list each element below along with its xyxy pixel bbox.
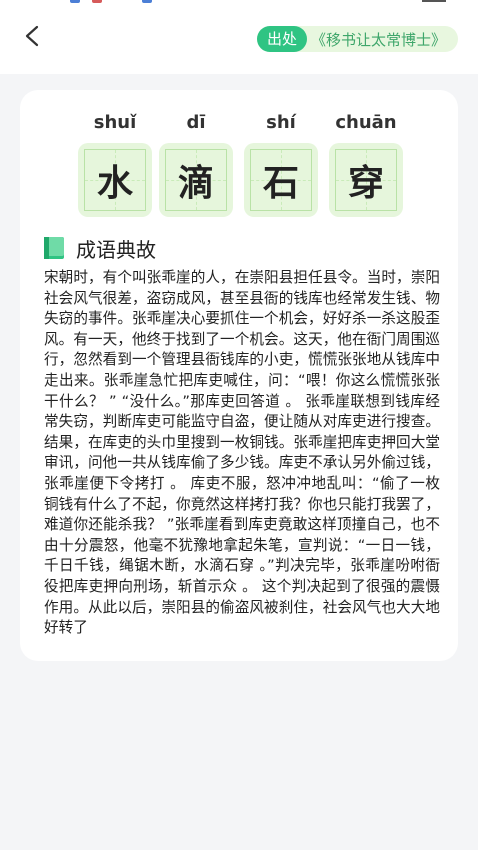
back-button[interactable] — [16, 20, 48, 52]
section-header: 成语典故 — [44, 236, 156, 262]
pinyin-label: dī — [186, 112, 206, 133]
char-box: 水 — [78, 143, 152, 217]
hanzi-char: 滴 — [177, 163, 214, 204]
hanzi-char: 穿 — [347, 163, 384, 204]
char-box: 滴 — [159, 143, 233, 217]
top-bar: 出处 《移书让太常博士》 — [0, 0, 478, 74]
source-tag: 出处 — [256, 26, 307, 52]
idiom-char-3: shí 石 — [244, 108, 318, 217]
pinyin-label: shuǐ — [93, 112, 137, 133]
hanzi-char: 石 — [262, 163, 299, 204]
pinyin-label: shí — [266, 112, 296, 133]
idiom-char-4: chuān 穿 — [329, 108, 403, 217]
pinyin-label: chuān — [335, 112, 397, 133]
idiom-characters: shuǐ 水 dī 滴 shí 石 chuān 穿 — [74, 108, 404, 218]
chevron-left-icon — [25, 25, 39, 47]
status-bar-remnant — [0, 0, 478, 6]
book-icon — [44, 237, 64, 259]
story-text: 宋朝时，有个叫张乖崖的人，在崇阳县担任县令。当时，崇阳社会风气很差，盗窃成风，甚… — [44, 269, 440, 637]
idiom-char-2: dī 滴 — [159, 108, 233, 217]
source-title: 《移书让太常博士》 — [310, 30, 446, 49]
section-title: 成语典故 — [76, 237, 156, 262]
idiom-char-1: shuǐ 水 — [78, 108, 152, 217]
hanzi-char: 水 — [96, 163, 133, 204]
char-box: 石 — [244, 143, 318, 217]
idiom-card: shuǐ 水 dī 滴 shí 石 chuān 穿 成语典故 宋朝时，有个叫张乖… — [20, 90, 458, 661]
char-box: 穿 — [329, 143, 403, 217]
source-badge[interactable]: 出处 《移书让太常博士》 — [256, 26, 458, 52]
